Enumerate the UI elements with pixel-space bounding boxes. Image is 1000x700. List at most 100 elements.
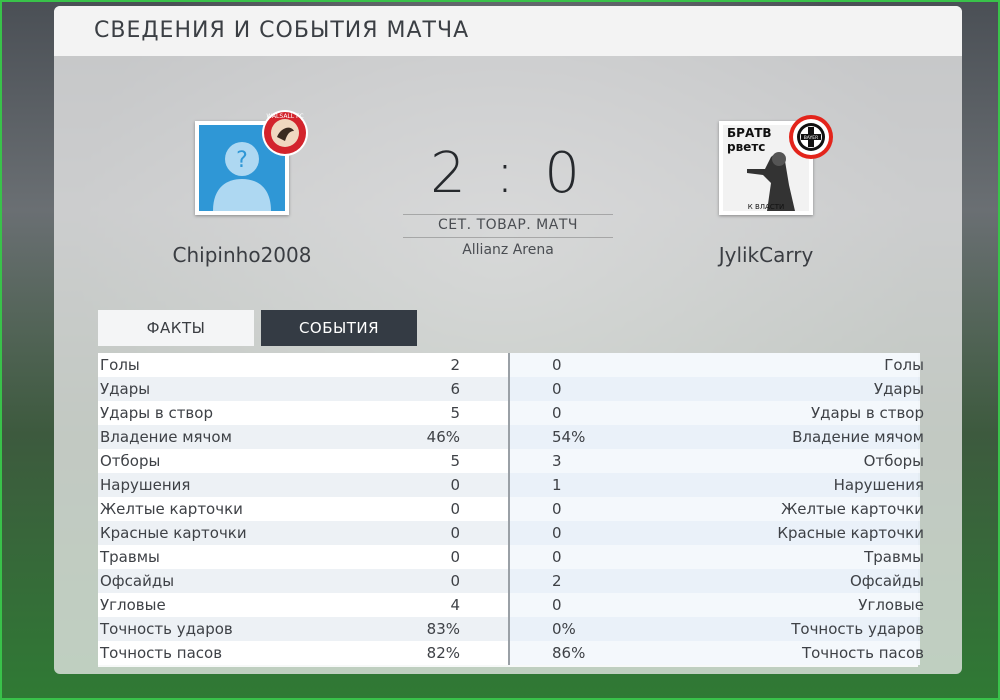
stat-value-home: 0 [450,476,460,494]
table-row: Удары в створ 5 [98,401,508,425]
match-score: 2 : 0 [430,141,586,206]
table-row: 0 Голы [510,353,924,377]
home-player-name: Chipinho2008 [172,243,312,267]
stat-label: Точность ударов [791,620,924,638]
stat-value-home: 0 [450,572,460,590]
stat-label: Угловые [858,596,924,614]
stats-table: Голы 2 Удары 6 Удары в створ 5 Владение мяч… [98,353,924,667]
stat-value-home: 5 [450,452,460,470]
table-row: Владение мячом 46% [98,425,508,449]
table-row: 0 Угловые [510,593,924,617]
page-title: СВЕДЕНИЯ И СОБЫТИЯ МАТЧА [94,18,470,43]
stadium-name: Allianz Arena [462,242,554,258]
stat-value-home: 2 [450,356,460,374]
table-row: 1 Нарушения [510,473,924,497]
table-row: 0 Удары в створ [510,401,924,425]
stat-value-away: 86% [552,644,586,662]
stat-value-away: 0 [552,404,562,422]
stat-value-away: 0 [552,356,562,374]
stat-value-home: 5 [450,404,460,422]
stat-label: Удары [873,380,924,398]
stat-value-away: 0 [552,548,562,566]
home-stats-column: Голы 2 Удары 6 Удары в створ 5 Владение мяч… [98,353,508,665]
table-row: Нарушения 0 [98,473,508,497]
table-row: Удары 6 [98,377,508,401]
tab-events[interactable]: СОБЫТИЯ [261,310,417,346]
stat-label: Удары в створ [100,404,213,422]
home-player: ? WALSALL FC Chipinho2008 [142,110,342,267]
stat-label: Отборы [863,452,924,470]
stat-value-away: 0 [552,524,562,542]
stat-value-away: 1 [552,476,562,494]
badge-text: BAYER [804,135,819,141]
table-row: 0 Красные карточки [510,521,924,545]
stat-value-away: 54% [552,428,586,446]
stat-value-home: 4 [450,596,460,614]
stat-label: Офсайды [100,572,175,590]
panel-header: СВЕДЕНИЯ И СОБЫТИЯ МАТЧА [54,6,962,56]
stat-label: Желтые карточки [781,500,924,518]
stat-value-away: 0 [552,596,562,614]
stat-label: Владение мячом [100,428,232,446]
stat-label: Удары [100,380,151,398]
stat-label: Нарушения [100,476,191,494]
stat-value-away: 0 [552,500,562,518]
table-row: Голы 2 [98,353,508,377]
stat-value-away: 2 [552,572,562,590]
stat-label: Травмы [100,548,160,566]
stat-label: Владение мячом [792,428,924,446]
stat-value-home: 0 [450,500,460,518]
avatar-caption-mid: рветс [727,140,765,154]
stat-label: Точность ударов [100,620,233,638]
table-row: Желтые карточки 0 [98,497,508,521]
table-row: Офсайды 0 [98,569,508,593]
stat-label: Красные карточки [100,524,247,542]
stat-label: Угловые [100,596,166,614]
stat-value-home: 83% [426,620,460,638]
svg-text:?: ? [236,148,248,173]
stat-label: Удары в створ [811,404,924,422]
stat-value-home: 82% [426,644,460,662]
stat-label: Отборы [100,452,161,470]
away-player-name: JylikCarry [718,243,814,267]
score-block: 2 : 0 СЕТ. ТОВАР. МАТЧ Allianz Arena [403,141,613,258]
stat-value-home: 6 [450,380,460,398]
stat-label: Офсайды [849,572,924,590]
stat-value-away: 3 [552,452,562,470]
stat-value-home: 0 [450,524,460,542]
tab-facts[interactable]: ФАКТЫ [98,310,254,346]
table-row: Отборы 5 [98,449,508,473]
table-row: Точность ударов 83% [98,617,508,641]
avatar-caption-bottom: К ВЛАСТИ [748,203,784,211]
avatar-caption-top: БРАТВ [727,126,772,140]
away-avatar[interactable]: БРАТВ рветс К ВЛАСТИ BAYER [719,115,833,215]
stat-value-away: 0 [552,380,562,398]
home-avatar[interactable]: ? WALSALL FC [195,110,308,215]
away-player: БРАТВ рветс К ВЛАСТИ BAYER JylikCarry [666,115,866,267]
badge-text: WALSALL FC [266,113,303,120]
stat-label: Голы [100,356,140,374]
table-row: Красные карточки 0 [98,521,508,545]
table-row: 0 Желтые карточки [510,497,924,521]
stat-label: Голы [884,356,924,374]
table-row: Травмы 0 [98,545,508,569]
stat-label: Нарушения [833,476,924,494]
table-row: Угловые 4 [98,593,508,617]
table-row: 0 Удары [510,377,924,401]
stat-value-home: 46% [426,428,460,446]
table-row: 3 Отборы [510,449,924,473]
stat-label: Точность пасов [801,644,924,662]
table-row: 0% Точность ударов [510,617,924,641]
table-row: 54% Владение мячом [510,425,924,449]
stat-label: Точность пасов [100,644,223,662]
stat-value-away: 0% [552,620,576,638]
table-row: 2 Офсайды [510,569,924,593]
stat-value-home: 0 [450,548,460,566]
stat-label: Красные карточки [777,524,924,542]
away-stats-column: 0 Голы 0 Удары 0 Удары в створ 54% Владение … [508,353,924,665]
stat-label: Травмы [864,548,924,566]
stat-label: Желтые карточки [100,500,243,518]
match-info-panel: СВЕДЕНИЯ И СОБЫТИЯ МАТЧА ? WALSALL FC Ch… [54,6,962,674]
bayer-leverkusen-badge-icon: BAYER [787,113,835,161]
table-row: 0 Травмы [510,545,924,569]
